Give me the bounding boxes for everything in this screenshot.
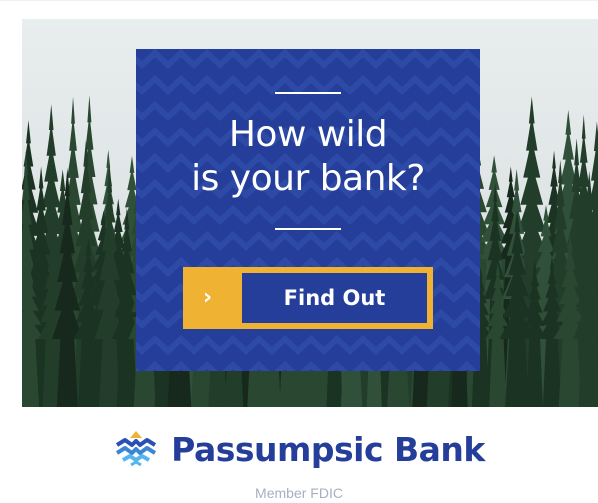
headline: How wild is your bank? [136, 113, 480, 201]
chevron-right-icon: › [203, 285, 213, 310]
find-out-button[interactable]: › Find Out [183, 267, 433, 329]
find-out-label-box: Find Out [242, 273, 427, 323]
bottom-divider [275, 228, 341, 230]
headline-panel: How wild is your bank? › Find Out [136, 49, 480, 371]
brand-logo[interactable]: Passumpsic Bank [0, 419, 598, 479]
brand-name: Passumpsic Bank [171, 429, 485, 469]
top-divider [275, 92, 341, 94]
member-fdic: Member FDIC [255, 485, 343, 501]
find-out-label: Find Out [283, 286, 386, 310]
headline-line-2: is your bank? [191, 158, 425, 199]
wave-mountain-icon [116, 431, 157, 467]
banner-ad[interactable]: How wild is your bank? › Find Out Passum… [0, 0, 598, 503]
headline-line-1: How wild [228, 114, 388, 155]
